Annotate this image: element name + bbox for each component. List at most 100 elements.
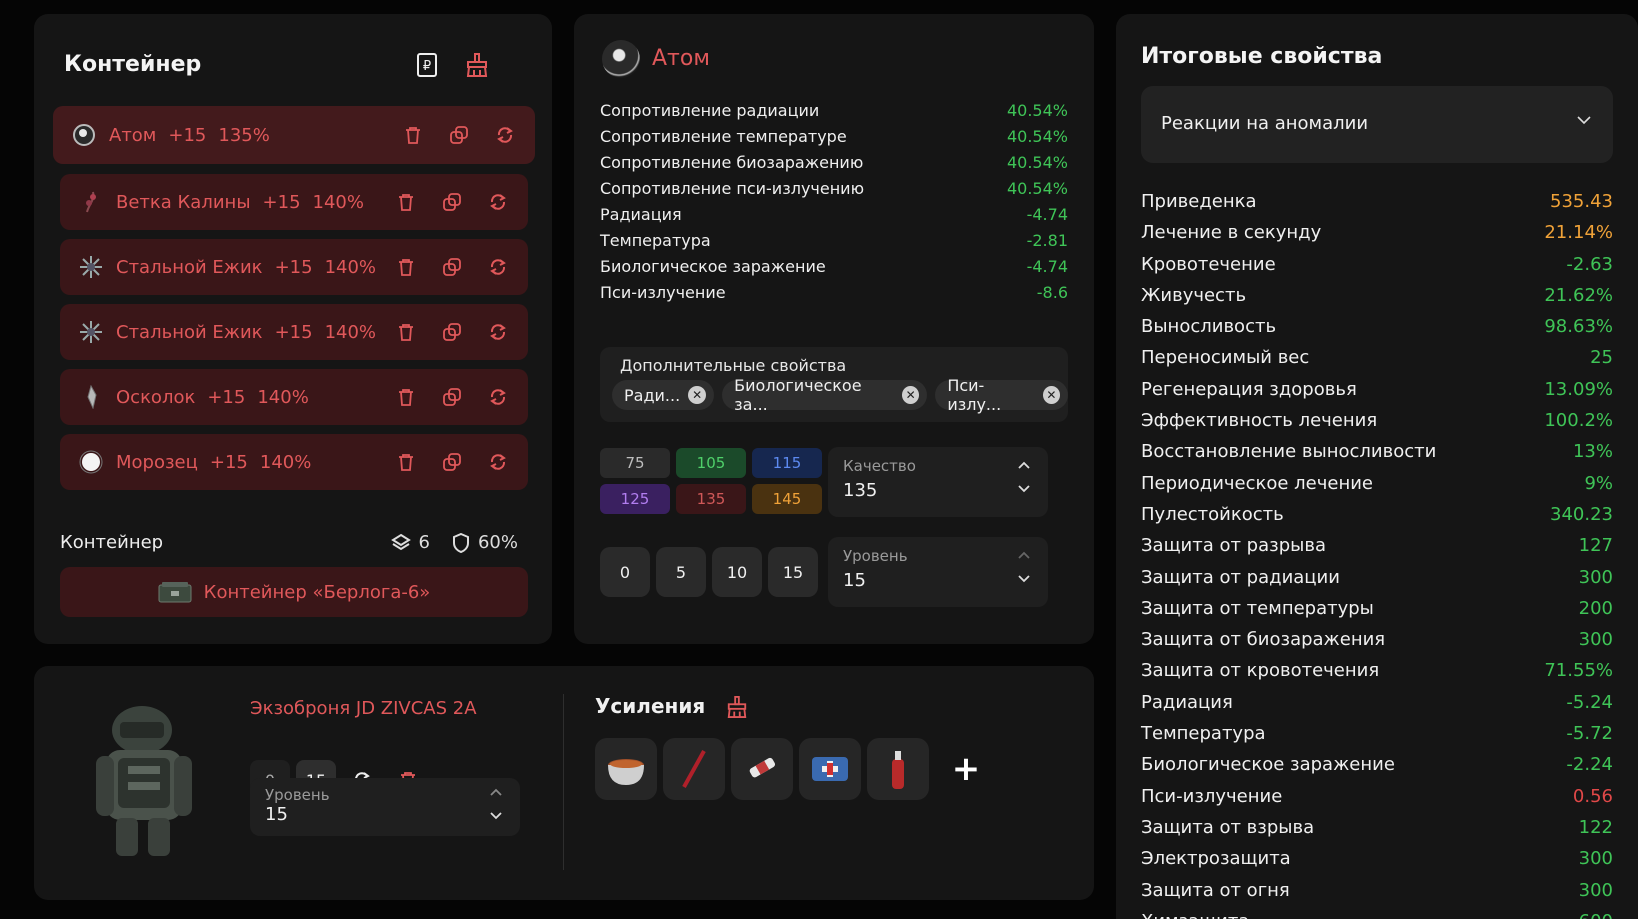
close-icon[interactable]: ✕: [1042, 386, 1060, 404]
refresh-icon[interactable]: [486, 320, 510, 344]
property-chip[interactable]: Пси-излу... ✕: [935, 376, 1068, 414]
quality-presets: 75 105 115 125 135 145: [600, 448, 822, 514]
total-stat-name: Защита от радиации: [1141, 566, 1340, 588]
stat-name: Сопротивление температуре: [600, 127, 847, 146]
stew-icon[interactable]: [595, 738, 657, 800]
close-icon[interactable]: ✕: [902, 386, 920, 404]
quality-preset-button[interactable]: 75: [600, 448, 670, 478]
quality-preset-button[interactable]: 125: [600, 484, 670, 514]
add-boost-icon[interactable]: +: [935, 738, 997, 800]
chevron-up-icon[interactable]: [1018, 551, 1030, 559]
property-chip[interactable]: Ради... ✕: [612, 380, 715, 410]
artifact-level: +15: [168, 124, 207, 146]
stat-name: Сопротивление биозаражению: [600, 153, 864, 172]
medkit-icon[interactable]: [799, 738, 861, 800]
broom-icon[interactable]: [464, 52, 490, 78]
stat-category-dropdown[interactable]: Реакции на аномалии: [1141, 86, 1613, 163]
level-preset-button[interactable]: 5: [656, 547, 706, 597]
total-stat-name: Регенерация здоровья: [1141, 378, 1357, 400]
trash-icon[interactable]: [394, 255, 418, 279]
artifact-quality: 140%: [259, 451, 312, 473]
pencil-icon[interactable]: [663, 738, 725, 800]
steel-hedgehog-icon: [78, 319, 104, 345]
trash-icon[interactable]: [394, 450, 418, 474]
copy-icon[interactable]: [440, 320, 464, 344]
total-stat-row: Защита от кровотечения 71.55%: [1141, 655, 1613, 686]
total-stat-name: Кровотечение: [1141, 253, 1276, 275]
slots-count: 6: [418, 532, 430, 553]
artifact-level: +15: [274, 256, 313, 278]
artifact-name: Стальной Ежик: [116, 321, 263, 343]
shield-icon: [452, 532, 470, 553]
copy-icon[interactable]: [440, 450, 464, 474]
total-stat-value: 300: [1578, 879, 1613, 901]
chevron-up-icon[interactable]: [1018, 461, 1030, 469]
total-stat-value: 0.56: [1572, 785, 1613, 807]
trash-icon[interactable]: [394, 385, 418, 409]
armor-name: Экзоброня JD ZIVCAS 2A: [250, 698, 477, 719]
quality-select[interactable]: Качество 135: [828, 447, 1048, 517]
stat-name: Радиация: [600, 205, 682, 224]
quality-preset-button[interactable]: 105: [676, 448, 746, 478]
property-chip[interactable]: Биологическое за... ✕: [722, 376, 928, 414]
receipt-icon[interactable]: ₽: [414, 52, 440, 78]
stat-value: 40.54%: [1006, 101, 1068, 120]
kalina-branch-icon: [78, 189, 104, 215]
refresh-icon[interactable]: [493, 123, 517, 147]
copy-icon[interactable]: [447, 123, 471, 147]
refresh-icon[interactable]: [486, 450, 510, 474]
level-preset-button[interactable]: 10: [712, 547, 762, 597]
layers-icon: [390, 533, 411, 553]
syringe-icon[interactable]: [731, 738, 793, 800]
chevron-down-icon[interactable]: [490, 812, 502, 820]
chevron-up-icon[interactable]: [490, 788, 502, 796]
refresh-icon[interactable]: [486, 385, 510, 409]
trash-icon[interactable]: [394, 320, 418, 344]
extra-properties-select[interactable]: Дополнительные свойства Ради... ✕ Биологич…: [600, 347, 1068, 422]
totals-panel: Итоговые свойства Реакции на аномалии Пр…: [1116, 14, 1638, 919]
refresh-icon[interactable]: [486, 255, 510, 279]
total-stat-name: Защита от взрыва: [1141, 816, 1315, 838]
broom-icon[interactable]: [724, 694, 750, 720]
artifact-name: Атом: [109, 124, 157, 146]
total-stat-row: Приведенка 535.43: [1141, 186, 1613, 217]
spray-icon[interactable]: [867, 738, 929, 800]
total-stat-row: Периодическое лечение 9%: [1141, 468, 1613, 499]
artifact-row[interactable]: Атом +15 135%: [53, 106, 535, 164]
quality-preset-button[interactable]: 145: [752, 484, 822, 514]
artifact-title: Атом: [652, 46, 710, 71]
total-stat-value: 300: [1578, 566, 1613, 588]
level-preset-button[interactable]: 15: [768, 547, 818, 597]
quality-preset-button[interactable]: 135: [676, 484, 746, 514]
artifact-name: Морозец: [116, 451, 198, 473]
copy-icon[interactable]: [440, 190, 464, 214]
chevron-down-icon[interactable]: [1018, 575, 1030, 583]
boosts-list: +: [595, 738, 997, 800]
level-select[interactable]: Уровень 15: [828, 537, 1048, 607]
trash-icon[interactable]: [401, 123, 425, 147]
exoskeleton-armor-image: [84, 700, 204, 860]
quality-preset-button[interactable]: 115: [752, 448, 822, 478]
total-stat-name: Биологическое заражение: [1141, 754, 1395, 776]
level-preset-button[interactable]: 0: [600, 547, 650, 597]
container-select-button[interactable]: Контейнер «Берлога-6»: [60, 567, 528, 617]
artifact-row[interactable]: Стальной Ежик +15 140%: [60, 304, 528, 360]
total-stat-name: Радиация: [1141, 691, 1233, 713]
artifact-level: +15: [274, 321, 313, 343]
chevron-down-icon[interactable]: [1018, 485, 1030, 493]
total-stat-name: Выносливость: [1141, 316, 1277, 338]
artifact-row[interactable]: Стальной Ежик +15 140%: [60, 239, 528, 295]
shard-icon: [78, 384, 104, 410]
armor-level-select[interactable]: Уровень 15: [250, 778, 520, 836]
trash-icon[interactable]: [394, 190, 418, 214]
container-panel: Контейнер ₽ Атом +15 135% Ветка Калины +15 14…: [34, 14, 552, 644]
artifact-level: +15: [262, 191, 301, 213]
close-icon[interactable]: ✕: [688, 386, 707, 404]
refresh-icon[interactable]: [486, 190, 510, 214]
copy-icon[interactable]: [440, 385, 464, 409]
artifact-row[interactable]: Ветка Калины +15 140%: [60, 174, 528, 230]
artifact-row[interactable]: Морозец +15 140%: [60, 434, 528, 490]
total-stat-row: Защита от температуры 200: [1141, 593, 1613, 624]
copy-icon[interactable]: [440, 255, 464, 279]
artifact-row[interactable]: Осколок +15 140%: [60, 369, 528, 425]
